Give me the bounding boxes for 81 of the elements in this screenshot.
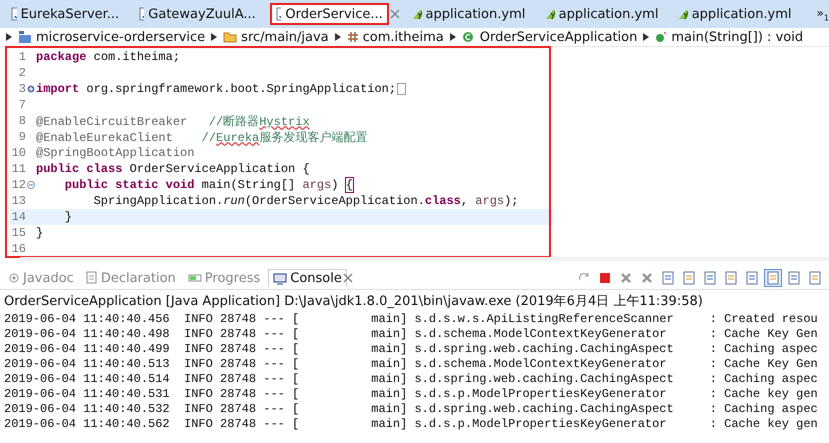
code-line: import org.springframework.boot.SpringApplication; (36, 82, 396, 96)
line-number: 14 (10, 210, 26, 224)
view-tab[interactable]: Javadoc (4, 270, 78, 286)
line-number: 7 (18, 98, 26, 112)
arrow-icon (211, 33, 218, 41)
log-line: 2019-06-04 11:40:40.499 INFO 28748 --- [ main] s.d.spring.web.caching.CachingAspect : Caching aspec (4, 342, 819, 357)
view-tab[interactable]: Progress (184, 270, 264, 286)
line-number: 16 (10, 242, 26, 256)
breadcrumb-item[interactable]: main(String[]) : void (655, 30, 804, 44)
tab-label: OrderService... (285, 6, 383, 22)
view-tab[interactable]: Console (268, 269, 347, 287)
line-number: 3 (18, 82, 26, 96)
breadcrumb-item[interactable]: microservice-orderservice (18, 30, 206, 44)
line-number: 11 (10, 162, 26, 176)
arrow-icon (334, 33, 341, 41)
tab-label: application.yml (692, 6, 792, 22)
project-icon (18, 30, 32, 44)
horizontal-scrollbar[interactable] (20, 257, 829, 261)
at-sign-icon (8, 272, 20, 284)
breadcrumb-item[interactable]: com.itheima (346, 30, 444, 44)
breadcrumb-item[interactable]: src/main/java (223, 30, 329, 44)
code-line: } (64, 210, 72, 224)
code-line: @EnableEurekaClient //Eureka服务发现客户端配置 (36, 130, 368, 146)
code-line: public class OrderServiceApplication { (36, 162, 310, 176)
package-icon (346, 31, 359, 43)
view-tab[interactable]: Declaration (82, 270, 180, 286)
close-icon[interactable] (342, 273, 353, 283)
yaml-file-icon (545, 7, 555, 21)
tab-label: application.yml (558, 6, 658, 22)
breadcrumb-item[interactable]: OrderServiceApplication (462, 30, 638, 44)
folder-icon (223, 31, 238, 43)
editor-tab[interactable]: application.yml (540, 4, 664, 24)
more-tabs-button[interactable]: »$_{1}$ (816, 6, 829, 22)
log-line: 2019-06-04 11:40:40.562 INFO 28748 --- [ main] s.d.s.p.ModelPropertiesKeyGenerator : Cache key gen (4, 417, 819, 432)
yaml-file-icon (412, 7, 422, 21)
expand-icon[interactable] (27, 85, 35, 93)
tab-label: EurekaServer... (20, 6, 120, 22)
close-icon[interactable] (390, 9, 400, 19)
line-number: 15 (10, 226, 26, 240)
code-line: public static void main(String[] args) { (64, 178, 353, 192)
editor-tab[interactable]: application.yml (407, 4, 530, 24)
log-line: 2019-06-04 11:40:40.514 INFO 28748 --- [ main] s.d.spring.web.caching.CachingAspect : Caching aspec (4, 372, 819, 387)
java-file-icon (139, 7, 144, 21)
progress-icon (188, 272, 202, 284)
editor-tab[interactable]: GatewayZuulA... (134, 4, 261, 24)
editor-tab[interactable]: OrderService... (270, 4, 388, 24)
arrow-icon (450, 33, 456, 41)
code-line: package com.itheima; (36, 50, 180, 64)
code-line: SpringApplication.run(OrderServiceApplication.class, args); (92, 194, 519, 208)
line-number: 13 (10, 194, 26, 208)
code-line: @EnableCircuitBreaker //断路器Hystrix (36, 114, 310, 130)
line-number: 10 (10, 146, 26, 160)
line-number: 1 (18, 50, 26, 64)
arrow-icon (6, 33, 12, 41)
collapse-icon[interactable] (27, 181, 35, 189)
java-file-icon (276, 7, 282, 21)
document-icon (86, 271, 98, 285)
java-file-icon (11, 7, 17, 21)
code-line: @SpringBootApplication (36, 146, 194, 160)
editor-tab[interactable]: application.yml (673, 4, 797, 24)
editor-tab[interactable]: EurekaServer... (6, 4, 124, 24)
console-title: OrderServiceApplication [Java Application] D:\Java\jdk1.8.0_201\bin\javaw.exe (2019年6月4日 上午11:39:58) (3, 293, 704, 311)
method-icon (655, 31, 668, 43)
log-line: 2019-06-04 11:40:40.532 INFO 28748 --- [ main] s.d.spring.web.caching.CachingAspect : Caching aspec (4, 402, 819, 417)
log-line: 2019-06-04 11:40:40.456 INFO 28748 --- [ main] s.d.s.w.s.ApiListingReferenceScanner : Created resou (4, 312, 819, 327)
log-line: 2019-06-04 11:40:40.513 INFO 28748 --- [ main] s.d.schema.ModelContextKeyGenerator : Cache Key Gen (4, 357, 819, 372)
tab-label: GatewayZuulA... (148, 6, 256, 22)
line-number: 2 (18, 66, 26, 80)
arrow-icon (643, 33, 650, 41)
code-line: } (36, 226, 44, 240)
tab-label: application.yml (426, 6, 526, 22)
line-number: 9 (18, 130, 26, 144)
class-icon (462, 30, 476, 44)
log-line: 2019-06-04 11:40:40.498 INFO 28748 --- [ main] s.d.schema.ModelContextKeyGenerator : Cache Key Gen (4, 327, 819, 342)
monitor-icon (273, 272, 288, 284)
line-number: 8 (18, 114, 26, 128)
stop-icon[interactable] (597, 270, 613, 286)
folded-code-icon[interactable] (397, 83, 406, 95)
log-line: 2019-06-04 11:40:40.531 INFO 28748 --- [ main] s.d.s.p.ModelPropertiesKeyGenerator : Cache key gen (4, 387, 819, 402)
yaml-file-icon (678, 7, 688, 21)
line-number: 12 (10, 178, 26, 192)
